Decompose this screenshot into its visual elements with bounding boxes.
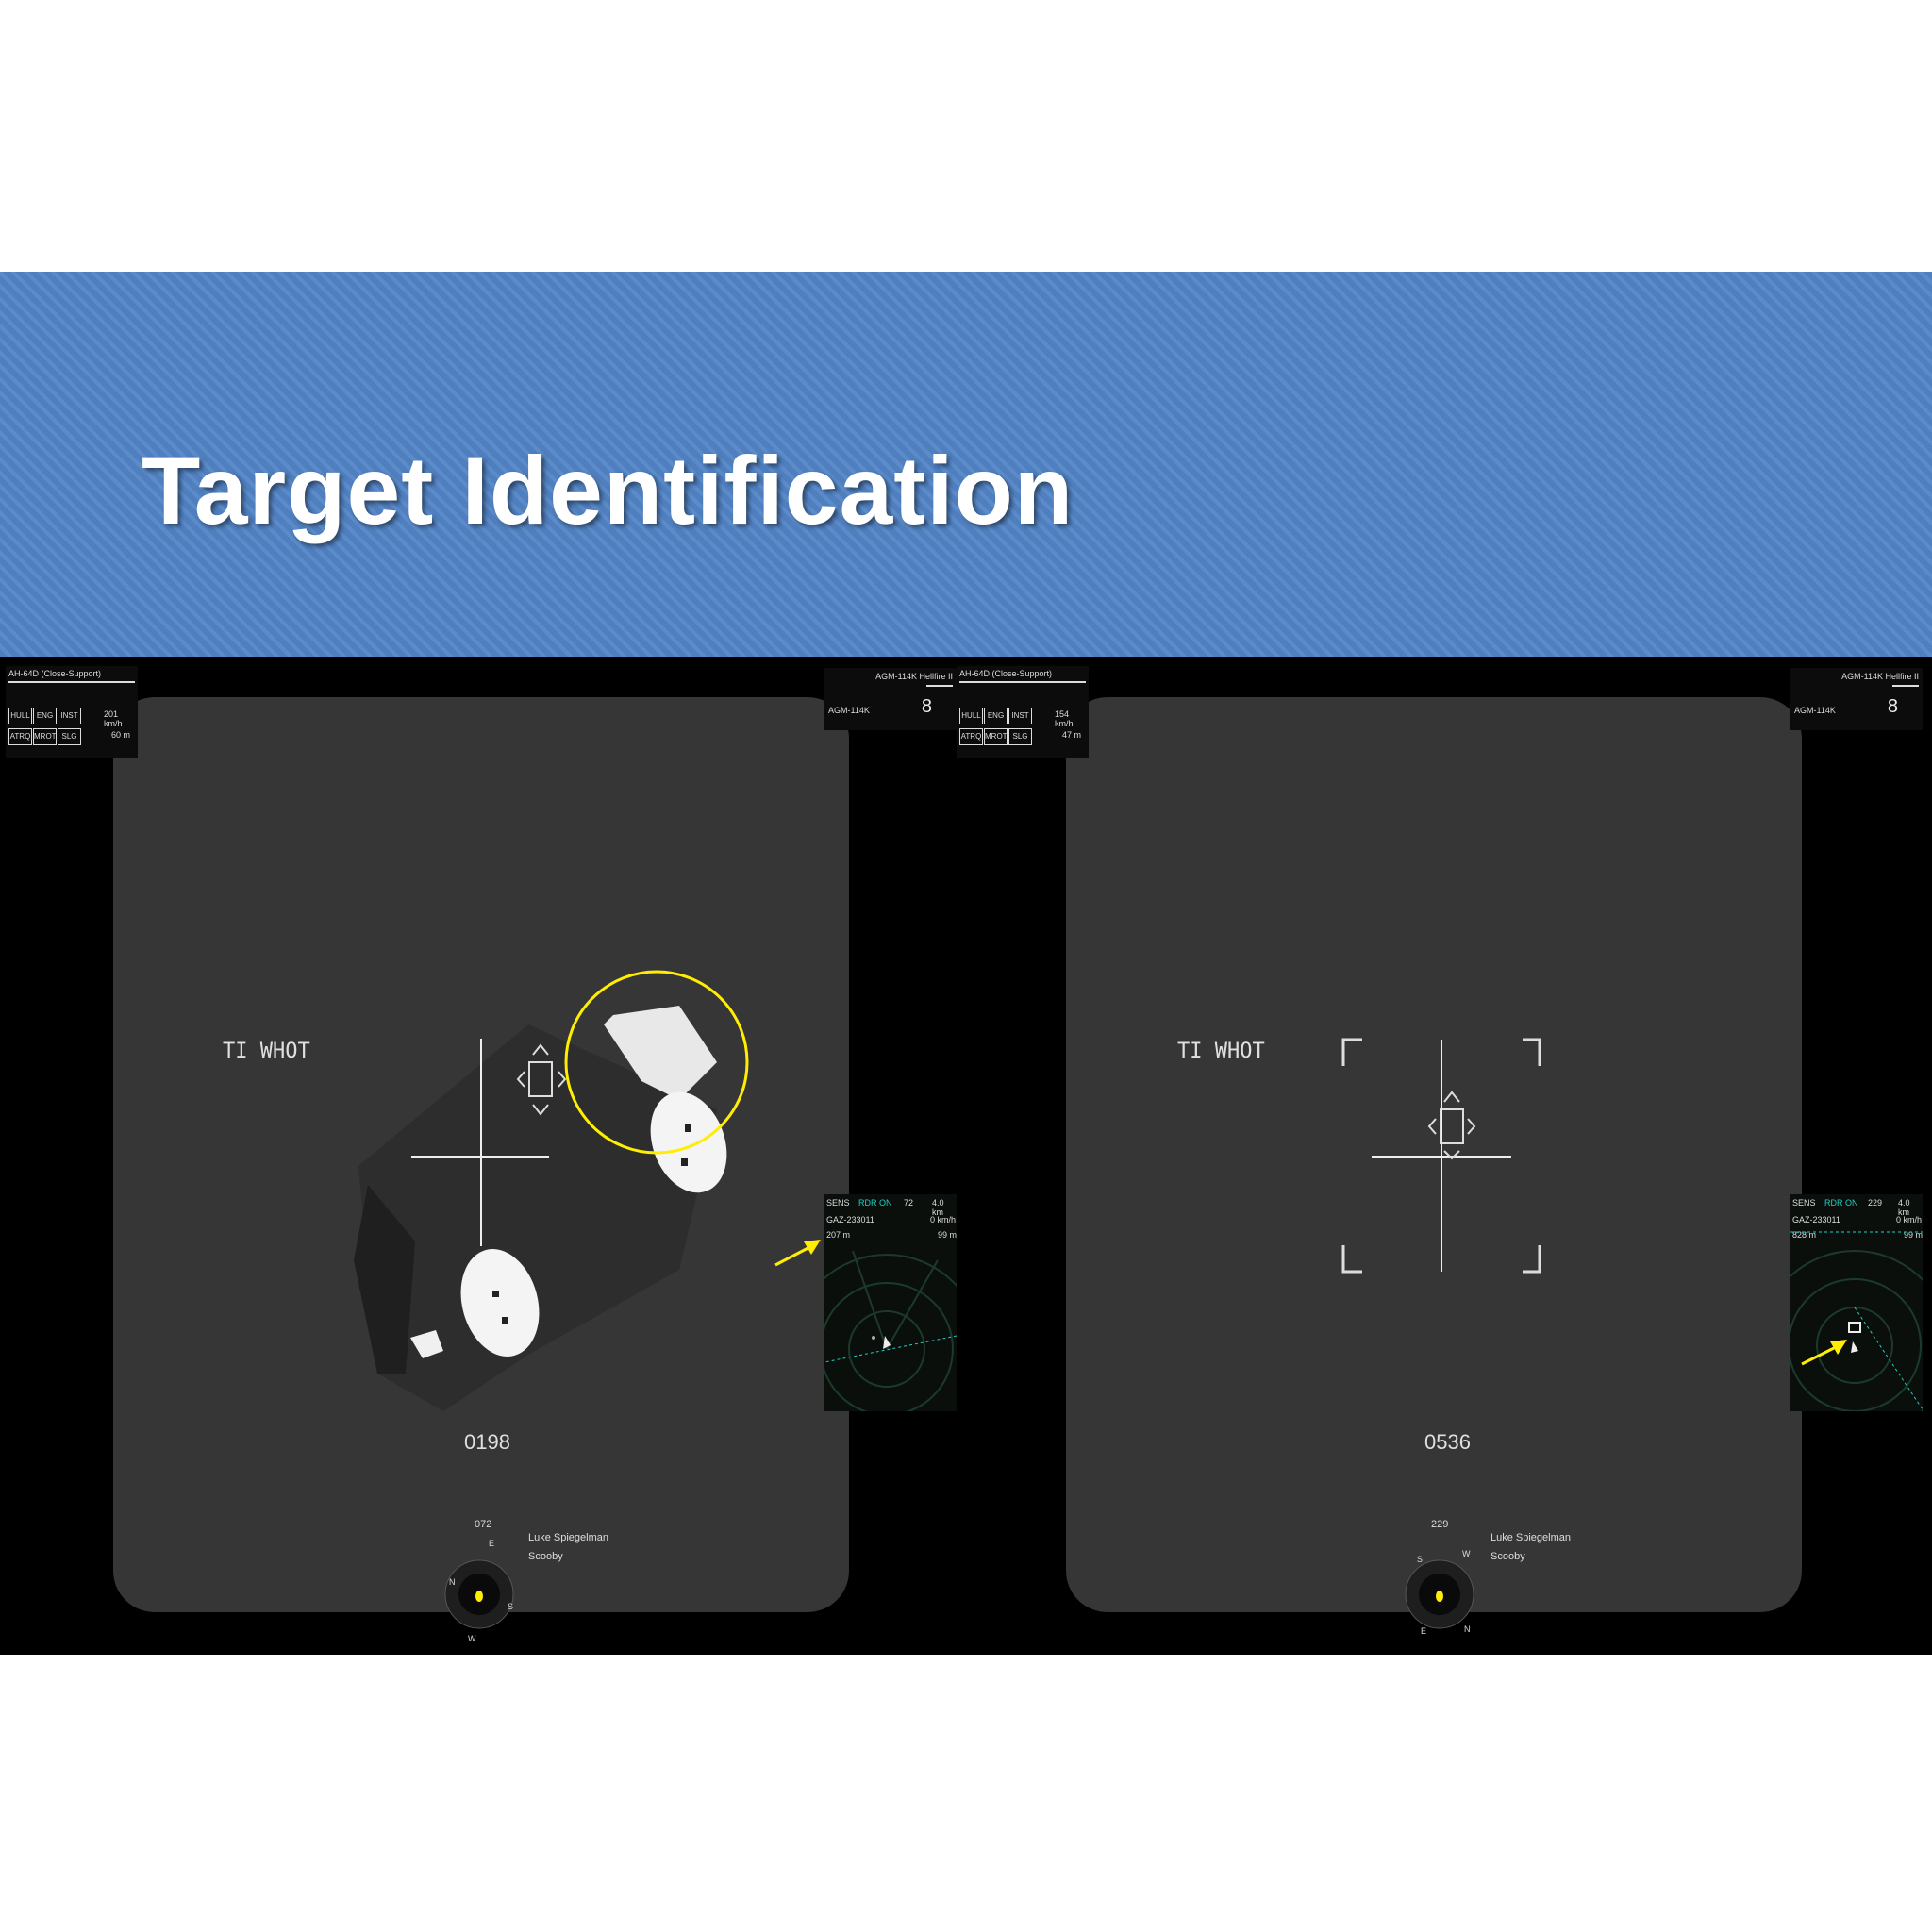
svg-text:S: S [508,1602,513,1611]
heading-readout: 072 [475,1519,492,1530]
crew-gunner: Scooby [528,1551,563,1562]
svg-text:N: N [449,1577,456,1587]
heading-compass: N S E W [444,1539,514,1643]
slide-title: Target Identification [142,437,1074,544]
heading-compass: S W N E [1405,1549,1474,1636]
svg-text:S: S [1417,1555,1423,1564]
svg-text:E: E [489,1539,494,1548]
left-screenshot: AH-64D (Close-Support) HULL ENG INST ATR… [0,657,966,1655]
crew-gunner: Scooby [1491,1551,1525,1562]
crew-pilot: Luke Spiegelman [528,1532,609,1543]
right-screenshot: AH-64D (Close-Support) HULL ENG INST ATR… [957,657,1923,1655]
heading-readout: 229 [1431,1519,1449,1530]
svg-text:E: E [1421,1626,1426,1636]
svg-text:W: W [468,1634,476,1643]
svg-text:W: W [1462,1549,1471,1558]
svg-text:N: N [1464,1624,1471,1634]
crew-pilot: Luke Spiegelman [1491,1532,1572,1543]
screenshots-area: AH-64D (Close-Support) HULL ENG INST ATR… [0,657,1932,1655]
